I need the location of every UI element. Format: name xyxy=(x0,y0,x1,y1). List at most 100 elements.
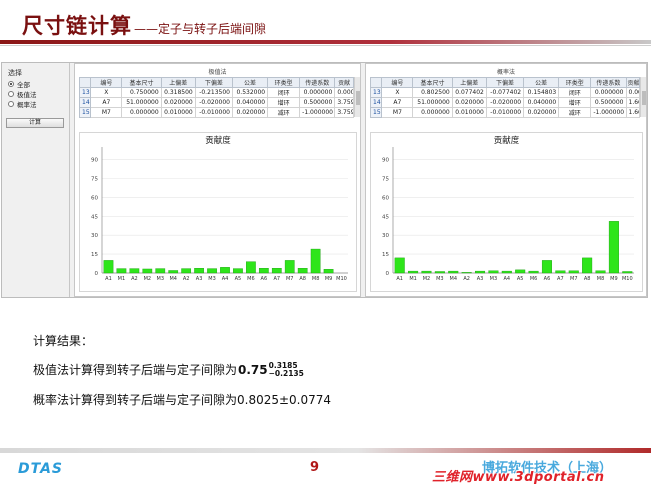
probability-table-scrollbar[interactable] xyxy=(640,77,646,117)
table-cell[interactable]: -1.000000 xyxy=(299,107,336,118)
table-cell[interactable]: 0.500000 xyxy=(299,97,336,108)
radio-all[interactable]: 全部 xyxy=(8,79,30,89)
table-cell[interactable]: -0.077402 xyxy=(485,87,525,98)
table-cell[interactable]: 0.040000 xyxy=(523,97,560,108)
row-index-cell[interactable]: 14 xyxy=(78,97,92,108)
column-header[interactable]: 环类型 xyxy=(267,77,301,88)
bar-M1 xyxy=(116,268,127,274)
table-cell[interactable]: -0.213500 xyxy=(194,87,233,98)
column-header[interactable]: 编号 xyxy=(90,77,123,88)
bar-A6 xyxy=(258,268,269,274)
column-header[interactable]: 贡献 xyxy=(334,77,354,88)
y-tick-label: 60 xyxy=(91,195,98,201)
row-index-cell[interactable]: 13 xyxy=(78,87,92,98)
extreme-results-table[interactable]: 编号 基本尺寸 上偏差 下偏差 公差 环类型 传递系数 贡献 13 X 0.7500… xyxy=(78,77,354,118)
table-row[interactable]: 13 X 0.750000 0.318500 -0.213500 0.532000 闭环 0.… xyxy=(78,87,354,98)
table-row[interactable]: 15 M7 0.000000 0.010000 -0.010000 0.020000 减环 -… xyxy=(369,107,640,118)
column-header[interactable]: 贡献 xyxy=(625,77,640,88)
row-index-header xyxy=(78,77,92,88)
table-cell[interactable]: X xyxy=(90,87,123,98)
table-cell[interactable]: 减环 xyxy=(558,107,592,118)
column-header[interactable]: 环类型 xyxy=(558,77,592,88)
table-cell[interactable]: -0.010000 xyxy=(194,107,233,118)
column-header[interactable]: 上偏差 xyxy=(160,77,196,88)
table-cell[interactable]: 0.010000 xyxy=(451,107,487,118)
radio-probability-indicator[interactable] xyxy=(8,101,14,107)
table-cell[interactable]: 0.040000 xyxy=(231,97,269,108)
table-cell[interactable]: X xyxy=(381,87,414,98)
column-header[interactable]: 公差 xyxy=(231,77,269,88)
table-row[interactable]: 13 X 0.802500 0.077402 -0.077402 0.154803 闭环 0.… xyxy=(369,87,640,98)
table-cell[interactable]: 0.000 xyxy=(334,87,354,98)
table-cell[interactable]: M7 xyxy=(381,107,414,118)
column-header[interactable]: 公差 xyxy=(523,77,560,88)
table-cell[interactable]: 0.750000 xyxy=(121,87,162,98)
radio-probability[interactable]: 概率法 xyxy=(8,99,37,109)
table-cell[interactable]: 51.000000 xyxy=(412,97,453,108)
table-cell[interactable]: 1.669 xyxy=(625,97,640,108)
table-row[interactable]: 14 A7 51.000000 0.020000 -0.020000 0.040000 增环… xyxy=(369,97,640,108)
x-tick-label: A6 xyxy=(261,276,268,282)
row-index-cell[interactable]: 15 xyxy=(78,107,92,118)
table-cell[interactable]: 减环 xyxy=(267,107,301,118)
column-header[interactable]: 下偏差 xyxy=(194,77,233,88)
scrollbar-thumb[interactable] xyxy=(642,91,646,105)
table-cell[interactable]: 0.154803 xyxy=(523,87,560,98)
table-cell[interactable]: 0.000 xyxy=(625,87,640,98)
page-number: 9 xyxy=(310,460,320,475)
table-cell[interactable]: 0.020000 xyxy=(451,97,487,108)
table-cell[interactable]: 0.000000 xyxy=(121,107,162,118)
table-cell[interactable]: 0.000000 xyxy=(299,87,336,98)
table-cell[interactable]: 0.000000 xyxy=(412,107,453,118)
radio-extreme-indicator[interactable] xyxy=(8,91,14,97)
table-cell[interactable]: 0.010000 xyxy=(160,107,196,118)
table-row[interactable]: 14 A7 51.000000 0.020000 -0.020000 0.040000 增环… xyxy=(78,97,354,108)
table-cell[interactable]: 3.759 xyxy=(334,97,354,108)
table-cell[interactable]: 1.669 xyxy=(625,107,640,118)
table-cell[interactable]: 0.802500 xyxy=(412,87,453,98)
table-cell[interactable]: -0.020000 xyxy=(485,97,525,108)
radio-extreme[interactable]: 极值法 xyxy=(8,89,37,99)
extreme-table-scrollbar[interactable] xyxy=(354,77,360,117)
radio-probability-label: 概率法 xyxy=(17,101,37,109)
table-cell[interactable]: M7 xyxy=(90,107,123,118)
radio-all-indicator[interactable] xyxy=(8,81,14,87)
table-cell[interactable]: A7 xyxy=(381,97,414,108)
column-header[interactable]: 下偏差 xyxy=(485,77,525,88)
x-tick-label: M3 xyxy=(208,276,216,282)
scrollbar-thumb[interactable] xyxy=(356,91,360,105)
table-cell[interactable]: 0.500000 xyxy=(590,97,627,108)
table-cell[interactable]: 增环 xyxy=(267,97,301,108)
title-divider xyxy=(0,40,651,44)
probability-results-table[interactable]: 编号 基本尺寸 上偏差 下偏差 公差 环类型 传递系数 贡献 13 X 0.8025… xyxy=(369,77,640,118)
column-header[interactable]: 上偏差 xyxy=(451,77,487,88)
row-index-cell[interactable]: 13 xyxy=(369,87,383,98)
table-cell[interactable]: 增环 xyxy=(558,97,592,108)
column-header[interactable]: 传递系数 xyxy=(590,77,627,88)
x-tick-label: A5 xyxy=(235,276,242,282)
table-row[interactable]: 15 M7 0.000000 0.010000 -0.010000 0.020000 减环 -… xyxy=(78,107,354,118)
table-cell[interactable]: 0.020000 xyxy=(231,107,269,118)
table-cell[interactable]: 闭环 xyxy=(558,87,592,98)
column-header[interactable]: 传递系数 xyxy=(299,77,336,88)
table-cell[interactable]: 0.000000 xyxy=(590,87,627,98)
table-cell[interactable]: 0.318500 xyxy=(160,87,196,98)
table-cell[interactable]: 3.759 xyxy=(334,107,354,118)
table-cell[interactable]: A7 xyxy=(90,97,123,108)
table-cell[interactable]: 闭环 xyxy=(267,87,301,98)
table-cell[interactable]: -1.000000 xyxy=(590,107,627,118)
footer-divider xyxy=(0,448,651,453)
table-cell[interactable]: 0.020000 xyxy=(160,97,196,108)
column-header[interactable]: 编号 xyxy=(381,77,414,88)
table-cell[interactable]: 0.532000 xyxy=(231,87,269,98)
table-cell[interactable]: 51.000000 xyxy=(121,97,162,108)
column-header[interactable]: 基本尺寸 xyxy=(412,77,453,88)
calculate-button[interactable]: 计算 xyxy=(6,118,64,128)
table-cell[interactable]: 0.020000 xyxy=(523,107,560,118)
column-header[interactable]: 基本尺寸 xyxy=(121,77,162,88)
row-index-cell[interactable]: 14 xyxy=(369,97,383,108)
table-cell[interactable]: 0.077402 xyxy=(451,87,487,98)
row-index-cell[interactable]: 15 xyxy=(369,107,383,118)
table-cell[interactable]: -0.010000 xyxy=(485,107,525,118)
table-cell[interactable]: -0.020000 xyxy=(194,97,233,108)
